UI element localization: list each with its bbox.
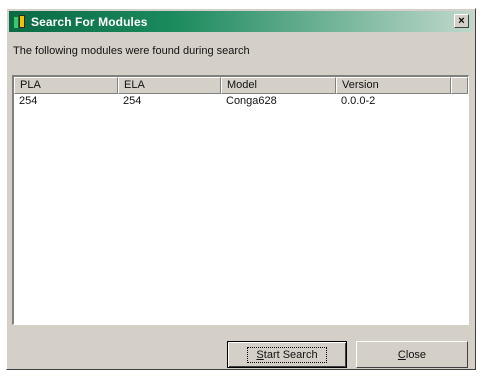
cell-version: 0.0.0-2 bbox=[341, 95, 376, 107]
search-for-modules-dialog: Search For Modules × The following modul… bbox=[6, 8, 476, 370]
column-header-version[interactable]: Version bbox=[336, 77, 451, 94]
column-header-ela[interactable]: ELA bbox=[118, 77, 221, 94]
list-item[interactable]: 254 254 Conga628 0.0.0-2 bbox=[14, 94, 468, 110]
cell-model: Conga628 bbox=[226, 95, 277, 107]
close-window-button[interactable]: × bbox=[454, 14, 469, 28]
list-header: PLA ELA Model Version bbox=[14, 77, 468, 94]
start-search-button[interactable]: Start Search bbox=[227, 341, 347, 368]
close-button[interactable]: Close bbox=[356, 341, 468, 368]
column-header-pla[interactable]: PLA bbox=[14, 77, 118, 94]
close-icon: × bbox=[458, 14, 465, 27]
column-header-filler bbox=[451, 77, 468, 94]
start-search-label: Start Search bbox=[247, 346, 327, 363]
modules-list[interactable]: PLA ELA Model Version 254 254 Conga628 0… bbox=[12, 75, 469, 325]
intro-text: The following modules were found during … bbox=[13, 45, 250, 57]
window-title: Search For Modules bbox=[31, 14, 148, 29]
title-bar[interactable]: Search For Modules × bbox=[9, 11, 473, 32]
cell-pla: 254 bbox=[19, 95, 38, 107]
app-module-icon bbox=[13, 14, 27, 29]
close-label: Close bbox=[397, 348, 427, 361]
column-header-model[interactable]: Model bbox=[221, 77, 336, 94]
cell-ela: 254 bbox=[123, 95, 142, 107]
